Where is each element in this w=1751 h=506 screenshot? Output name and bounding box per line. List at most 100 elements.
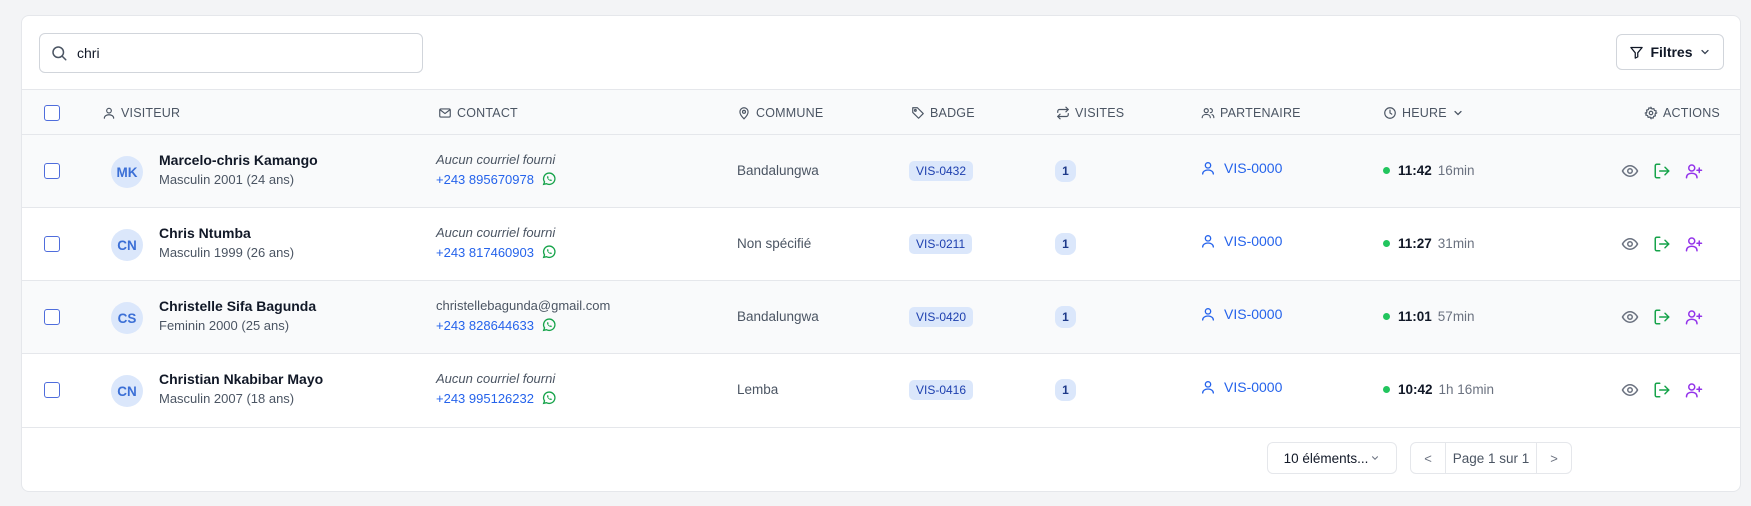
row-checkbox[interactable]: [44, 382, 60, 398]
whatsapp-icon[interactable]: [541, 317, 557, 333]
badge-chip: VIS-0211: [909, 234, 973, 254]
column-time[interactable]: HEURE: [1383, 90, 1464, 135]
table-header: VISITEUR CONTACT COMMUNE BADGE VISITES P…: [22, 90, 1740, 135]
eye-icon[interactable]: [1621, 162, 1639, 180]
eye-icon[interactable]: [1621, 308, 1639, 326]
column-badge[interactable]: BADGE: [911, 90, 975, 135]
column-commune-label: COMMUNE: [756, 105, 824, 120]
arrival-time: 10:42: [1398, 382, 1433, 397]
column-time-label: HEURE: [1402, 105, 1447, 120]
page-size-select[interactable]: 10 éléments...: [1267, 442, 1397, 474]
visitor-name: Chris Ntumba: [159, 225, 251, 241]
search-input[interactable]: [77, 38, 397, 68]
visits-count: 1: [1055, 160, 1076, 182]
visitor-phone[interactable]: +243 817460903: [436, 245, 534, 260]
visitors-table: VISITEUR CONTACT COMMUNE BADGE VISITES P…: [22, 89, 1740, 428]
partner-link[interactable]: VIS-0000: [1200, 233, 1282, 249]
table-row[interactable]: CN Christian Nkabibar Mayo Masculin 2007…: [22, 354, 1740, 427]
visit-duration: 31min: [1437, 236, 1475, 251]
tag-icon: [912, 106, 924, 119]
column-contact[interactable]: CONTACT: [438, 90, 518, 135]
column-commune[interactable]: COMMUNE: [737, 90, 823, 135]
partner-label: VIS-0000: [1224, 306, 1283, 322]
visitor-phone[interactable]: +243 995126232: [436, 391, 534, 406]
page-size-label: 10 éléments...: [1283, 450, 1369, 466]
pagination: < Page 1 sur 1 >: [1410, 442, 1572, 474]
column-contact-label: CONTACT: [457, 105, 518, 120]
filters-button[interactable]: Filtres: [1616, 34, 1724, 70]
user-plus-icon[interactable]: [1685, 235, 1703, 253]
visitors-card: Filtres VISITEUR CONTACT COMMUNE BADGE: [21, 15, 1741, 492]
user-icon: [1202, 162, 1214, 175]
search-box[interactable]: [39, 33, 423, 73]
partner-link[interactable]: VIS-0000: [1200, 379, 1282, 395]
sort-chevron-down-icon[interactable]: [1452, 107, 1464, 119]
avatar: CN: [111, 375, 143, 407]
column-visitor-label: VISITEUR: [121, 105, 181, 120]
visitor-info: Masculin 1999 (26 ans): [159, 245, 295, 260]
column-partner[interactable]: PARTENAIRE: [1201, 90, 1301, 135]
eye-icon[interactable]: [1621, 381, 1639, 399]
status-dot: [1383, 386, 1390, 393]
status-dot: [1383, 240, 1390, 247]
visit-duration: 57min: [1437, 309, 1475, 324]
column-actions-label: ACTIONS: [1663, 105, 1720, 120]
user-plus-icon[interactable]: [1685, 162, 1703, 180]
visitor-phone[interactable]: +243 895670978: [436, 172, 534, 187]
row-checkbox[interactable]: [44, 163, 60, 179]
users-icon: [1201, 107, 1215, 118]
visitor-email: Aucun courriel fourni: [436, 225, 556, 240]
search-icon: [52, 46, 67, 61]
log-out-icon[interactable]: [1653, 162, 1671, 180]
table-row[interactable]: CS Christelle Sifa Bagunda Feminin 2000 …: [22, 281, 1740, 354]
arrival-time: 11:01: [1398, 309, 1432, 324]
partner-link[interactable]: VIS-0000: [1200, 306, 1282, 322]
next-page-button[interactable]: >: [1537, 443, 1571, 473]
chevron-down-icon: [1700, 49, 1709, 55]
user-plus-icon[interactable]: [1685, 381, 1703, 399]
badge-chip: VIS-0416: [909, 380, 974, 400]
select-all-checkbox[interactable]: [44, 105, 60, 121]
table-body: MK Marcelo-chris Kamango Masculin 2001 (…: [22, 135, 1740, 427]
column-actions: ACTIONS: [1644, 90, 1720, 135]
page-indicator: Page 1 sur 1: [1445, 443, 1537, 473]
column-partner-label: PARTENAIRE: [1220, 105, 1301, 120]
visitor-email: Aucun courriel fourni: [436, 152, 556, 167]
badge-chip: VIS-0432: [909, 161, 974, 181]
visits-count: 1: [1055, 379, 1076, 401]
log-out-icon[interactable]: [1653, 235, 1671, 253]
column-visits-label: VISITES: [1075, 105, 1125, 120]
prev-page-button[interactable]: <: [1411, 443, 1445, 473]
avatar: MK: [111, 156, 143, 188]
log-out-icon[interactable]: [1653, 381, 1671, 399]
whatsapp-icon[interactable]: [541, 390, 557, 406]
visitor-email[interactable]: christellebagunda@gmail.com: [436, 298, 610, 313]
user-icon: [1202, 381, 1214, 394]
whatsapp-icon[interactable]: [541, 171, 557, 187]
column-badge-label: BADGE: [930, 105, 975, 120]
visits-count: 1: [1055, 233, 1076, 255]
user-plus-icon[interactable]: [1685, 308, 1703, 326]
filter-icon: [1630, 46, 1644, 59]
status-dot: [1383, 167, 1390, 174]
clock-icon: [1384, 106, 1396, 119]
visits-count: 1: [1055, 306, 1076, 328]
eye-icon[interactable]: [1621, 235, 1639, 253]
row-checkbox[interactable]: [44, 236, 60, 252]
visitor-commune: Bandalungwa: [737, 163, 819, 178]
visitor-info: Feminin 2000 (25 ans): [159, 318, 290, 333]
table-row[interactable]: CN Chris Ntumba Masculin 1999 (26 ans) A…: [22, 208, 1740, 281]
log-out-icon[interactable]: [1653, 308, 1671, 326]
whatsapp-icon[interactable]: [541, 244, 557, 260]
column-visits[interactable]: VISITES: [1056, 90, 1124, 135]
user-icon: [103, 107, 115, 119]
row-checkbox[interactable]: [44, 309, 60, 325]
avatar: CN: [111, 229, 143, 261]
partner-link[interactable]: VIS-0000: [1200, 160, 1282, 176]
mail-icon: [439, 107, 451, 118]
visitor-info: Masculin 2007 (18 ans): [159, 391, 295, 406]
table-row[interactable]: MK Marcelo-chris Kamango Masculin 2001 (…: [22, 135, 1740, 208]
badge-chip: VIS-0420: [909, 307, 974, 327]
column-visitor[interactable]: VISITEUR: [102, 90, 180, 135]
visitor-phone[interactable]: +243 828644633: [436, 318, 534, 333]
